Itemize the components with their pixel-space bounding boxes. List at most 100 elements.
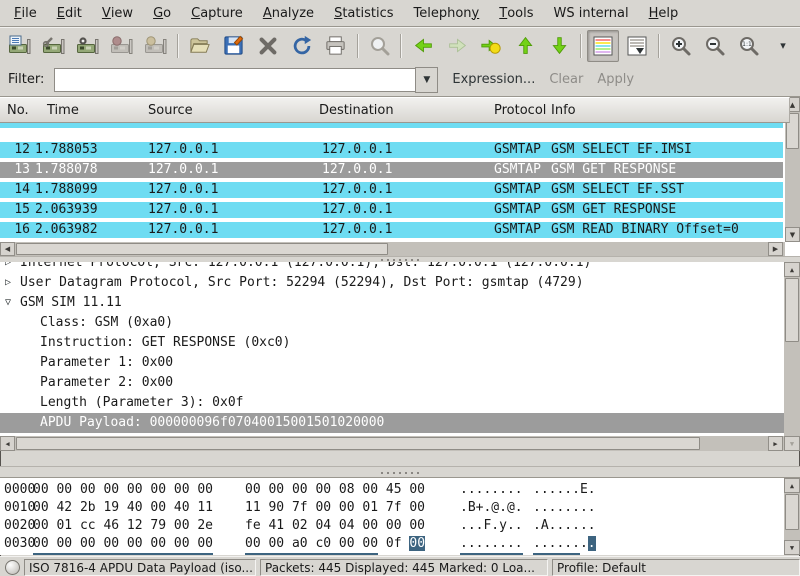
detail-text: Internet Protocol, Src: 127.0.0.1 (127.0… [20, 262, 591, 270]
go-to-packet-button[interactable] [475, 30, 507, 62]
capture-options-button[interactable] [38, 30, 70, 62]
detail-row[interactable]: ▽GSM SIM 11.11 [0, 293, 784, 313]
scrollbar-thumb[interactable] [785, 278, 799, 342]
go-forward-button[interactable] [441, 30, 473, 62]
go-to-top-button[interactable] [509, 30, 541, 62]
scrollbar-thumb[interactable] [16, 243, 388, 255]
toolbar-overflow-button[interactable]: ▾ [767, 30, 799, 62]
toolbar-separator [177, 34, 179, 58]
expression-button[interactable]: Expression... [452, 72, 535, 87]
scroll-right-button[interactable]: ▶ [768, 436, 783, 451]
apply-button[interactable]: Apply [597, 72, 634, 87]
hex-bytes-left: 00 00 00 00 00 00 00 00 [33, 535, 213, 553]
cell-source: 127.0.0.1 [148, 222, 218, 238]
packet-row-16[interactable]: 162.063982127.0.0.1127.0.0.1GSMTAPGSM RE… [0, 222, 783, 242]
save-as-button[interactable] [218, 30, 250, 62]
go-back-button[interactable] [407, 30, 439, 62]
detail-row[interactable]: APDU Payload: 000000096f0704001500150102… [0, 413, 784, 433]
detail-row[interactable]: Instruction: GET RESPONSE (0xc0) [0, 333, 784, 353]
menu-item-capture[interactable]: Capture [181, 0, 253, 26]
menu-item-tools[interactable]: Tools [489, 0, 543, 26]
packet-row-12[interactable]: 121.788053127.0.0.1127.0.0.1GSMTAPGSM SE… [0, 142, 783, 162]
cell-no: 14 [0, 182, 30, 198]
scrollbar-thumb[interactable] [785, 494, 799, 530]
filter-dropdown-button[interactable]: ▼ [415, 67, 438, 93]
packet-row-11[interactable]: 111.787891127.0.0.1127.0.0.1GSMTAPGT [0, 123, 783, 132]
packet-list-header: No.TimeSourceDestinationProtocolInfo [0, 97, 785, 123]
hex-row-0030[interactable]: 003000 00 00 00 00 00 00 0000 00 a0 c0 0… [0, 535, 784, 553]
column-header-destination[interactable]: Destination [313, 97, 497, 123]
menu-item-view[interactable]: View [92, 0, 143, 26]
expander-closed-icon[interactable]: ▷ [5, 273, 11, 293]
column-header-time[interactable]: Time [31, 97, 156, 123]
status-profile[interactable]: Profile: Default [552, 559, 800, 576]
scroll-down-button[interactable]: ▼ [784, 540, 800, 555]
scroll-up-button[interactable]: ▲ [784, 262, 800, 277]
capture-stop-button[interactable] [106, 30, 138, 62]
expert-info-icon[interactable] [5, 560, 20, 575]
expander-closed-icon[interactable]: ▷ [5, 262, 11, 273]
menu-item-go[interactable]: Go [143, 0, 181, 26]
scroll-down-button[interactable]: ▼ [784, 436, 800, 451]
cell-no: 12 [0, 142, 30, 158]
packet-row-14[interactable]: 141.788099127.0.0.1127.0.0.1GSMTAPGSM SE… [0, 182, 783, 202]
clear-button[interactable]: Clear [549, 72, 583, 87]
arrow-right-icon: ▶ [773, 440, 777, 448]
scroll-left-button[interactable]: ◀ [0, 242, 15, 256]
arrow-down-icon: ▼ [790, 440, 794, 448]
colorize-button[interactable] [587, 30, 619, 62]
detail-row[interactable]: Class: GSM (0xa0) [0, 313, 784, 333]
detail-row[interactable]: Parameter 1: 0x00 [0, 353, 784, 373]
scroll-up-button[interactable]: ▲ [784, 478, 800, 493]
scroll-down-button[interactable]: ▼ [785, 227, 800, 242]
zoom-out-button[interactable] [699, 30, 731, 62]
menu-item-statistics[interactable]: Statistics [324, 0, 403, 26]
menu-item-analyze[interactable]: Analyze [253, 0, 324, 26]
list-interfaces-button[interactable] [4, 30, 36, 62]
hex-row-0040[interactable]: 004000 00 09 6f 07 04 00 1500 15 01 02 0… [0, 553, 784, 555]
ascii-right: ........ [533, 499, 596, 517]
menu-item-help[interactable]: Help [639, 0, 689, 26]
detail-row[interactable]: ▷User Datagram Protocol, Src Port: 52294… [0, 273, 784, 293]
details-vscrollbar[interactable]: ▲ ▼ [784, 262, 800, 451]
filter-input[interactable] [54, 68, 415, 92]
close-capture-button[interactable] [252, 30, 284, 62]
details-hscrollbar[interactable]: ◀ ▶ [0, 436, 784, 451]
auto-scroll-button[interactable] [621, 30, 653, 62]
scroll-right-button[interactable]: ▶ [768, 242, 783, 256]
ascii-left: ...o.... [460, 553, 523, 555]
arrow-goto-icon [480, 35, 502, 57]
reload-button[interactable] [286, 30, 318, 62]
hex-row-0020[interactable]: 002000 01 cc 46 12 79 00 2efe 41 02 04 0… [0, 517, 784, 535]
hex-vscrollbar[interactable]: ▲ ▼ [784, 478, 800, 555]
hex-row-0000[interactable]: 000000 00 00 00 00 00 00 0000 00 00 00 0… [0, 481, 784, 499]
column-header-source[interactable]: Source [140, 97, 321, 123]
packet-row-15[interactable]: 152.063939127.0.0.1127.0.0.1GSMTAPGSM GE… [0, 202, 783, 222]
zoom-in-button[interactable] [665, 30, 697, 62]
hex-offset: 0000 [4, 481, 35, 499]
column-header-info[interactable]: Info [546, 97, 790, 123]
menu-item-file[interactable]: File [4, 0, 47, 26]
menu-item-edit[interactable]: Edit [47, 0, 92, 26]
detail-row[interactable]: Parameter 2: 0x00 [0, 373, 784, 393]
open-capture-button[interactable] [184, 30, 216, 62]
capture-restart-button[interactable] [140, 30, 172, 62]
capture-start-button[interactable] [72, 30, 104, 62]
print-button[interactable] [320, 30, 352, 62]
hex-bytes-left: 00 00 09 6f 07 04 00 15 [33, 553, 213, 555]
go-to-bottom-button[interactable] [543, 30, 575, 62]
packet-list-hscrollbar[interactable]: ◀ ▶ [0, 242, 785, 256]
detail-row[interactable]: Length (Parameter 3): 0x0f [0, 393, 784, 413]
hex-row-0010[interactable]: 001000 42 2b 19 40 00 40 1111 90 7f 00 0… [0, 499, 784, 517]
column-header-protocol[interactable]: Protocol [491, 97, 549, 123]
packet-row-13[interactable]: 131.788078127.0.0.1127.0.0.1GSMTAPGSM GE… [0, 162, 783, 182]
find-packet-button[interactable] [364, 30, 396, 62]
scroll-left-button[interactable]: ◀ [0, 436, 15, 451]
zoom-100-button[interactable]: 1:1 [733, 30, 765, 62]
detail-row[interactable]: ▷ Internet Protocol, Src: 127.0.0.1 (127.… [0, 262, 784, 273]
scrollbar-thumb[interactable] [16, 437, 700, 450]
menu-item-telephony[interactable]: Telephony [404, 0, 490, 26]
expander-open-icon[interactable]: ▽ [5, 293, 11, 313]
cell-time: 1.788053 [35, 142, 98, 158]
menu-item-ws-internal[interactable]: WS internal [544, 0, 639, 26]
